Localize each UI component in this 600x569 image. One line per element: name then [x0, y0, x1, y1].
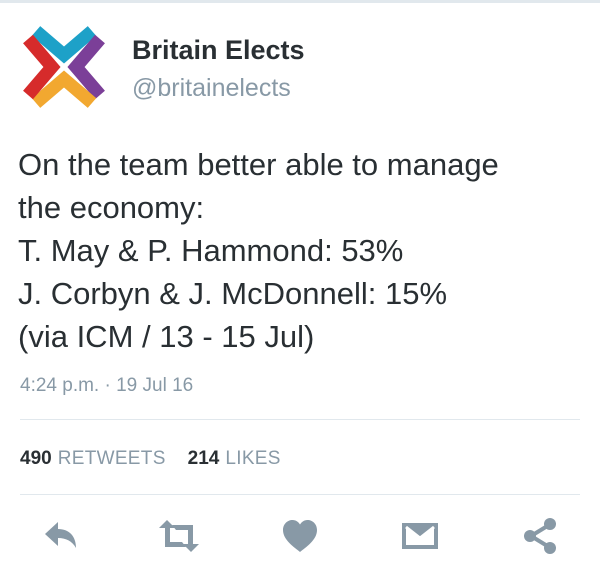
tweet-header: Britain Elects @britainelects: [22, 23, 305, 123]
share-button[interactable]: [517, 513, 563, 559]
tweet-text-line: (via ICM / 13 - 15 Jul): [18, 319, 315, 354]
tweet-text-line: the economy:: [18, 190, 205, 225]
tweet-text-line: T. May & P. Hammond: 53%: [18, 233, 404, 268]
retweet-button[interactable]: [156, 513, 202, 559]
like-icon: [283, 520, 317, 552]
tweet-timestamp[interactable]: 4:24 p.m. · 19 Jul 16: [20, 374, 193, 398]
tweet-card: Britain Elects @britainelects On the tea…: [0, 0, 600, 569]
direct-message-button[interactable]: [397, 513, 443, 559]
direct-message-icon: [402, 523, 438, 549]
divider: [20, 419, 580, 420]
likes-label[interactable]: Likes: [225, 447, 280, 471]
retweets-count[interactable]: 490: [20, 447, 52, 471]
tweet-text-line: J. Corbyn & J. McDonnell: 15%: [18, 276, 448, 311]
reply-icon: [45, 522, 76, 548]
divider: [20, 494, 580, 495]
author-display-name[interactable]: Britain Elects: [132, 33, 305, 67]
reply-button[interactable]: [38, 513, 84, 559]
tweet-text: On the team better able to manage the ec…: [18, 143, 583, 358]
retweets-label[interactable]: Retweets: [58, 447, 166, 471]
britain-elects-logo-icon: [23, 26, 105, 108]
share-icon: [524, 518, 556, 554]
avatar[interactable]: [22, 25, 106, 109]
tweet-stats: 490 Retweets 214 Likes: [20, 447, 303, 471]
author-handle[interactable]: @britainelects: [132, 71, 305, 105]
tweet-text-line: On the team better able to manage: [18, 147, 499, 182]
author-names: Britain Elects @britainelects: [132, 33, 305, 105]
likes-count[interactable]: 214: [188, 447, 220, 471]
like-button[interactable]: [277, 513, 323, 559]
retweet-icon: [159, 520, 199, 552]
tweet-actions: [0, 513, 600, 559]
